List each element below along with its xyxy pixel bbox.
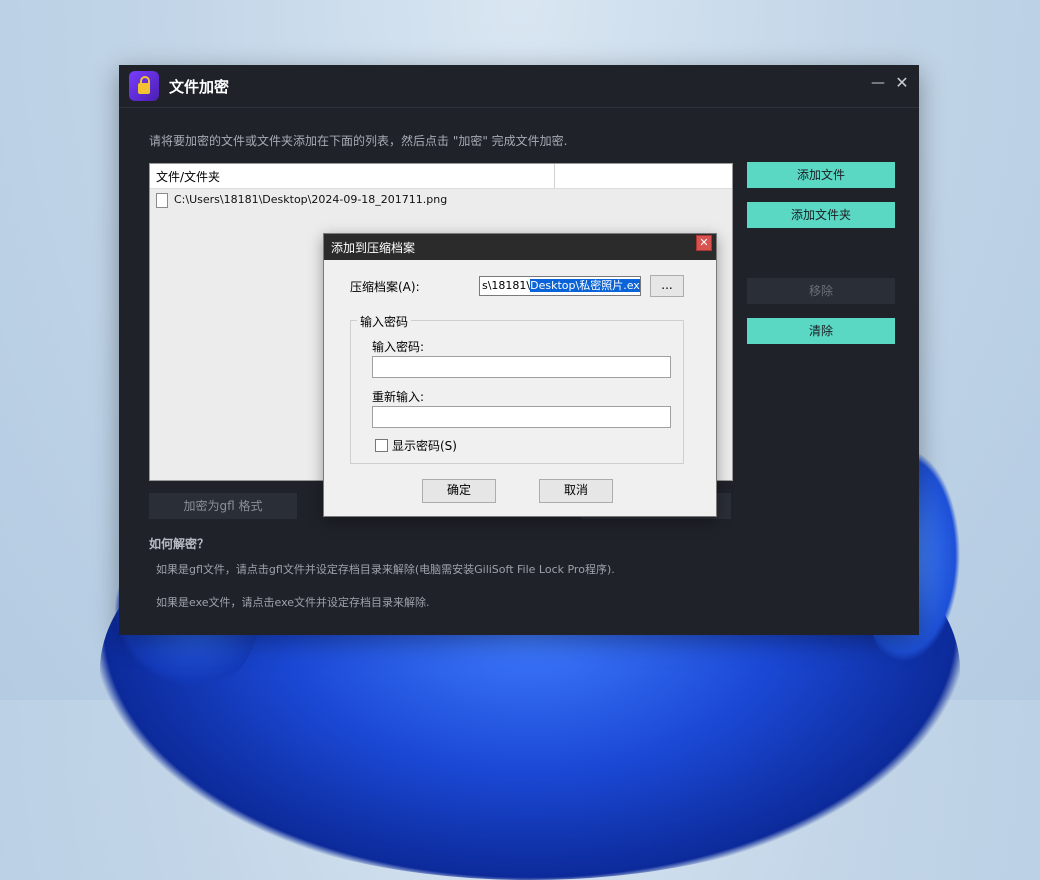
add-to-archive-dialog: 添加到压缩档案 ✕ 压缩档案(A): s\18181\Desktop\私密照片.…: [323, 233, 717, 517]
archive-path-input[interactable]: s\18181\Desktop\私密照片.exe: [479, 276, 641, 296]
archive-path-selected: Desktop\私密照片.exe: [530, 279, 640, 292]
column-divider[interactable]: [554, 164, 555, 188]
show-password-label[interactable]: 显示密码(S): [392, 437, 457, 454]
remove-button[interactable]: 移除: [747, 278, 895, 304]
window-title: 文件加密: [169, 78, 230, 96]
add-file-button[interactable]: 添加文件: [747, 162, 895, 188]
dialog-title-bar: 添加到压缩档案 ✕: [324, 234, 716, 260]
howto-line-gfl: 如果是gfl文件，请点击gfl文件并设定存档目录来解除(电脑需安装GiliSof…: [156, 563, 615, 576]
minimize-icon[interactable]: —: [871, 75, 885, 91]
column-header-file[interactable]: 文件/文件夹: [156, 168, 220, 185]
file-path: C:\Users\18181\Desktop\2024-09-18_201711…: [174, 193, 448, 206]
app-lock-icon: [129, 71, 159, 101]
password-input[interactable]: [372, 356, 671, 378]
howto-line-exe: 如果是exe文件，请点击exe文件并设定存档目录来解除.: [156, 596, 430, 609]
show-password-checkbox[interactable]: [375, 439, 388, 452]
password-label: 输入密码:: [372, 340, 425, 354]
title-bar: 文件加密 — ✕: [119, 65, 919, 108]
browse-button[interactable]: ...: [650, 275, 684, 297]
cancel-button[interactable]: 取消: [539, 479, 613, 503]
howto-title: 如何解密？: [149, 537, 210, 551]
password-group-legend: 输入密码: [357, 313, 412, 330]
reenter-label: 重新输入:: [372, 390, 425, 404]
archive-path-text: s\18181\: [482, 279, 531, 292]
dialog-close-icon[interactable]: ✕: [696, 235, 712, 251]
file-icon: [156, 193, 168, 208]
ok-button[interactable]: 确定: [422, 479, 496, 503]
encrypt-gfl-button[interactable]: 加密为gfl 格式: [149, 493, 297, 519]
list-header: 文件/文件夹: [150, 164, 732, 189]
instruction-text: 请将要加密的文件或文件夹添加在下面的列表，然后点击 "加密" 完成文件加密.: [149, 134, 568, 148]
reenter-password-input[interactable]: [372, 406, 671, 428]
clear-button[interactable]: 清除: [747, 318, 895, 344]
add-folder-button[interactable]: 添加文件夹: [747, 202, 895, 228]
archive-label: 压缩档案(A):: [350, 280, 420, 294]
close-icon[interactable]: ✕: [895, 73, 909, 92]
dialog-title: 添加到压缩档案: [331, 241, 416, 255]
